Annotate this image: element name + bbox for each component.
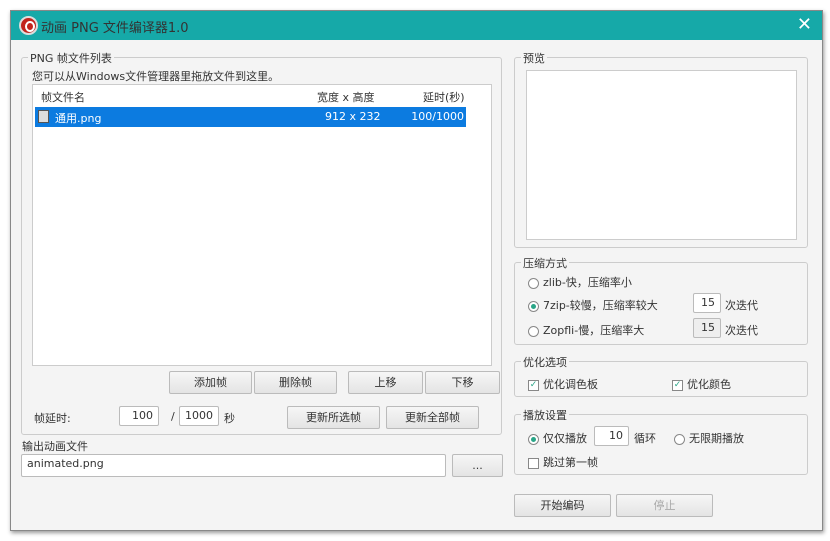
window-title: 动画 PNG 文件编译器1.0 [41, 21, 189, 36]
preview-group: 预览 [514, 50, 808, 248]
seconds-label: 秒 [224, 412, 235, 425]
col-filename[interactable]: 帧文件名 [41, 89, 85, 105]
zopfli-iterations-input[interactable]: 15 [693, 318, 721, 338]
delay-denominator-input[interactable]: 1000 [179, 406, 219, 426]
iterations-label: 次迭代 [725, 324, 758, 337]
zlib-radio[interactable]: zlib-快，压缩率小 [528, 274, 632, 290]
compression-legend: 压缩方式 [521, 255, 569, 271]
output-file-input[interactable]: animated.png [21, 454, 446, 477]
drag-hint: 您可以从Windows文件管理器里拖放文件到这里。 [32, 70, 280, 83]
start-encode-button[interactable]: 开始编码 [514, 494, 611, 517]
row-size: 912 x 232 [325, 110, 381, 123]
move-down-button[interactable]: 下移 [425, 371, 500, 394]
loop-label: 循环 [634, 432, 656, 445]
col-delay[interactable]: 延时(秒) [423, 89, 465, 105]
infinite-play-radio[interactable]: 无限期播放 [674, 430, 744, 446]
preview-area [526, 70, 797, 240]
delete-frame-button[interactable]: 删除帧 [254, 371, 337, 394]
add-frame-button[interactable]: 添加帧 [169, 371, 252, 394]
iterations-label: 次迭代 [725, 299, 758, 312]
row-filename: 通用.png [55, 112, 102, 125]
delay-numerator-input[interactable]: 100 [119, 406, 159, 426]
frame-list-legend: PNG 帧文件列表 [28, 50, 114, 66]
table-row[interactable]: 通用.png 912 x 232 100/1000 [35, 107, 466, 127]
zopfli-radio[interactable]: Zopfli-慢，压缩率大 [528, 322, 644, 338]
compression-group: 压缩方式 zlib-快，压缩率小 7zip-较慢，压缩率较大 15 次迭代 Zo… [514, 255, 808, 345]
optimize-color-checkbox[interactable]: ✓ 优化颜色 [672, 376, 731, 392]
frame-list[interactable]: 帧文件名 宽度 x 高度 延时(秒) 通用.png 912 x 232 100/… [32, 84, 492, 366]
image-file-icon [38, 110, 49, 123]
stop-button[interactable]: 停止 [616, 494, 713, 517]
playback-group: 播放设置 仅仅播放 10 循环 无限期播放 跳过第一帧 [514, 407, 808, 475]
close-icon[interactable]: ✕ [797, 14, 812, 35]
7zip-radio[interactable]: 7zip-较慢，压缩率较大 [528, 297, 658, 313]
update-selected-button[interactable]: 更新所选帧 [287, 406, 380, 429]
app-window: 动画 PNG 文件编译器1.0 ✕ PNG 帧文件列表 您可以从Windows文… [10, 10, 823, 531]
output-label: 输出动画文件 [22, 440, 88, 453]
app-logo-icon [19, 16, 38, 35]
col-size[interactable]: 宽度 x 高度 [317, 89, 375, 105]
skip-first-frame-checkbox[interactable]: 跳过第一帧 [528, 454, 598, 470]
update-all-button[interactable]: 更新全部帧 [386, 406, 479, 429]
frame-list-group: PNG 帧文件列表 您可以从Windows文件管理器里拖放文件到这里。 帧文件名… [21, 50, 502, 435]
optimize-legend: 优化选项 [521, 354, 569, 370]
browse-button[interactable]: ... [452, 454, 503, 477]
title-bar: 动画 PNG 文件编译器1.0 ✕ [11, 11, 822, 40]
playback-legend: 播放设置 [521, 407, 569, 423]
delay-separator: / [171, 410, 175, 423]
loop-count-input[interactable]: 10 [594, 426, 629, 446]
preview-legend: 预览 [521, 50, 547, 66]
delay-label: 帧延时: [34, 412, 71, 425]
move-up-button[interactable]: 上移 [348, 371, 423, 394]
optimize-group: 优化选项 ✓ 优化调色板 ✓ 优化颜色 [514, 354, 808, 397]
row-delay: 100/1000 [411, 110, 464, 123]
7zip-iterations-input[interactable]: 15 [693, 293, 721, 313]
optimize-palette-checkbox[interactable]: ✓ 优化调色板 [528, 376, 598, 392]
play-count-radio[interactable]: 仅仅播放 [528, 430, 587, 446]
